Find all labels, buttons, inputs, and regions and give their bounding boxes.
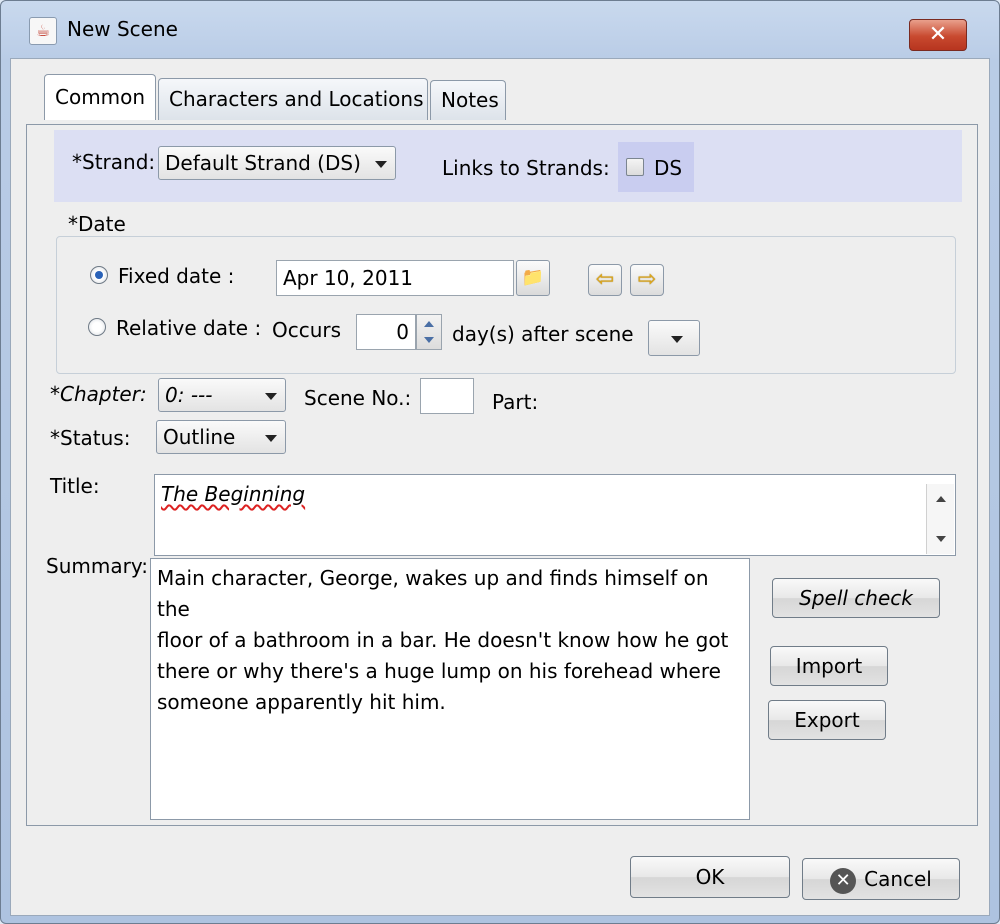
summary-line: there or why there's a huge lump on his … — [157, 659, 721, 683]
arrow-left-icon: ⇦ — [595, 267, 615, 292]
chevron-down-icon — [671, 336, 683, 343]
status-label: *Status: — [50, 426, 131, 450]
part-label: Part: — [492, 390, 539, 414]
relative-date-label: Relative date : — [116, 316, 262, 340]
window-title: New Scene — [67, 17, 178, 41]
tab-common[interactable]: Common — [44, 74, 156, 120]
relative-date-radio[interactable] — [88, 318, 106, 336]
arrow-right-icon: ⇨ — [637, 267, 657, 292]
export-button[interactable]: Export — [768, 700, 886, 740]
ok-button[interactable]: OK — [630, 856, 790, 898]
links-to-strands-label: Links to Strands: — [442, 156, 610, 180]
spinner-down-icon[interactable] — [424, 337, 434, 343]
summary-line: floor of a bathroom in a bar. He doesn't… — [157, 628, 729, 652]
chapter-selected: 0: --- — [165, 383, 213, 407]
import-button[interactable]: Import — [770, 646, 888, 686]
previous-day-button[interactable]: ⇦ — [588, 264, 622, 296]
chevron-down-icon — [265, 393, 277, 400]
strand-combo[interactable]: Default Strand (DS) — [158, 146, 396, 180]
fixed-date-label: Fixed date : — [118, 264, 235, 288]
scroll-up-icon[interactable] — [936, 496, 946, 502]
cancel-button[interactable]: ✕ Cancel — [802, 858, 960, 900]
cancel-icon: ✕ — [830, 867, 857, 894]
next-day-button[interactable]: ⇨ — [630, 264, 664, 296]
occurs-label: Occurs — [272, 318, 342, 342]
date-group-label: *Date — [66, 212, 128, 236]
cancel-label: Cancel — [864, 867, 932, 891]
title-text: The Beginning — [161, 482, 306, 506]
occurs-days-input[interactable]: 0 — [356, 314, 416, 350]
summary-line: someone apparently hit him. — [157, 690, 446, 714]
occurs-days-spinner[interactable] — [416, 314, 442, 350]
status-selected: Outline — [163, 425, 236, 449]
fixed-date-input[interactable]: Apr 10, 2011 — [276, 260, 514, 296]
spinner-up-icon[interactable] — [424, 321, 434, 327]
scene-number-input[interactable] — [420, 378, 474, 414]
summary-line: Main character, George, wakes up and fin… — [157, 566, 709, 621]
java-cup-icon: ☕ — [29, 17, 57, 45]
after-scene-label: day(s) after scene — [452, 322, 634, 346]
chevron-down-icon — [375, 161, 387, 168]
close-button[interactable]: ✕ — [909, 19, 967, 51]
chapter-label: *Chapter: — [50, 382, 147, 406]
summary-textarea[interactable]: Main character, George, wakes up and fin… — [150, 558, 750, 820]
title-input[interactable]: The Beginning — [154, 474, 956, 556]
fixed-date-radio[interactable] — [90, 266, 108, 284]
calendar-button[interactable]: 📁 — [516, 260, 550, 296]
strand-label: *Strand: — [72, 150, 156, 174]
date-group — [56, 236, 956, 374]
title-bar[interactable]: ☕ New Scene ✕ — [1, 1, 999, 57]
tab-characters-and-locations[interactable]: Characters and Locations — [158, 78, 428, 120]
spell-check-button[interactable]: Spell check — [772, 578, 940, 618]
tab-notes[interactable]: Notes — [430, 80, 506, 120]
scroll-down-icon[interactable] — [936, 536, 946, 542]
title-label: Title: — [50, 474, 100, 498]
scene-number-label: Scene No.: — [304, 386, 412, 410]
strand-selected: Default Strand (DS) — [165, 151, 361, 175]
relative-scene-combo[interactable] — [648, 320, 700, 356]
status-combo[interactable]: Outline — [156, 420, 286, 454]
title-scrollbar[interactable] — [926, 484, 954, 554]
summary-label: Summary: — [46, 554, 148, 578]
strand-link-checkbox[interactable] — [626, 158, 644, 176]
chapter-combo[interactable]: 0: --- — [158, 378, 286, 412]
calendar-icon: 📁 — [521, 267, 545, 288]
chevron-down-icon — [265, 435, 277, 442]
strand-link-label: DS — [654, 156, 683, 180]
